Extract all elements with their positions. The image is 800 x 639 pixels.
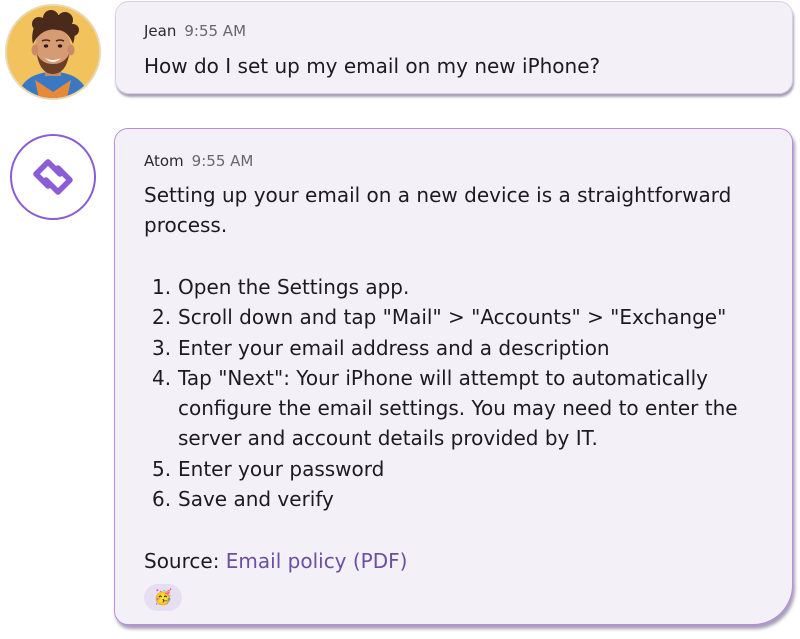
- step-item: 5. Enter your password: [152, 454, 738, 484]
- bot-intro-line-2: process.: [144, 213, 228, 237]
- step-number: 4.: [152, 365, 172, 390]
- step-text: server and account details provided by I…: [178, 426, 598, 451]
- step-text: Open the Settings app.: [178, 275, 410, 299]
- step-text: Tap "Next": Your iPhone will attempt to …: [178, 365, 709, 390]
- step-item: 1. Open the Settings app.: [152, 272, 738, 302]
- atom-logo-icon: [33, 159, 73, 195]
- bot-message-meta: Atom 9:55 AM: [144, 152, 253, 170]
- step-number: 2.: [152, 305, 172, 330]
- step-item-continuation: server and account details provided by I…: [152, 423, 738, 453]
- step-item-continuation: configure the email settings. You may ne…: [152, 393, 738, 423]
- step-text: Save and verify: [178, 487, 334, 512]
- party-face-emoji-icon: 🥳: [153, 588, 173, 606]
- step-number: 5.: [152, 456, 172, 481]
- step-text: Enter your email address and a descripti…: [178, 335, 610, 360]
- user-message-text: How do I set up my email on my new iPhon…: [144, 54, 601, 78]
- source-line: Source: Email policy (PDF): [144, 546, 407, 576]
- step-number: 3.: [152, 335, 172, 360]
- step-text: configure the email settings. You may ne…: [178, 396, 738, 421]
- bot-message-time: 9:55 AM: [191, 152, 254, 170]
- bot-avatar[interactable]: [10, 134, 96, 220]
- person-photo-icon: [7, 6, 99, 98]
- bot-author-name[interactable]: Atom: [144, 152, 184, 170]
- source-label: Source:: [144, 549, 220, 573]
- step-text: Scroll down and tap "Mail" > "Accounts" …: [178, 305, 727, 330]
- steps-list: 1. Open the Settings app. 2. Scroll down an…: [152, 272, 738, 514]
- step-item: 6. Save and verify: [152, 484, 738, 514]
- step-text: Enter your password: [178, 456, 385, 481]
- user-message-time: 9:55 AM: [184, 22, 247, 40]
- step-number: 1.: [152, 275, 172, 299]
- user-author-name[interactable]: Jean: [144, 22, 176, 40]
- user-avatar[interactable]: [5, 4, 101, 100]
- source-link[interactable]: Email policy (PDF): [226, 549, 408, 573]
- bot-intro-line-1: Setting up your email on a new device is…: [144, 183, 732, 207]
- step-item: 3. Enter your email address and a descrip…: [152, 333, 738, 363]
- step-item: 4. Tap "Next": Your iPhone will attempt t…: [152, 363, 738, 393]
- step-number: 6.: [152, 487, 172, 512]
- step-item: 2. Scroll down and tap "Mail" > "Accounts…: [152, 302, 738, 332]
- user-message-meta: Jean 9:55 AM: [144, 22, 246, 40]
- reaction-chip[interactable]: 🥳: [144, 584, 182, 611]
- chat-thread: Jean 9:55 AM How do I set up my email on …: [0, 0, 800, 639]
